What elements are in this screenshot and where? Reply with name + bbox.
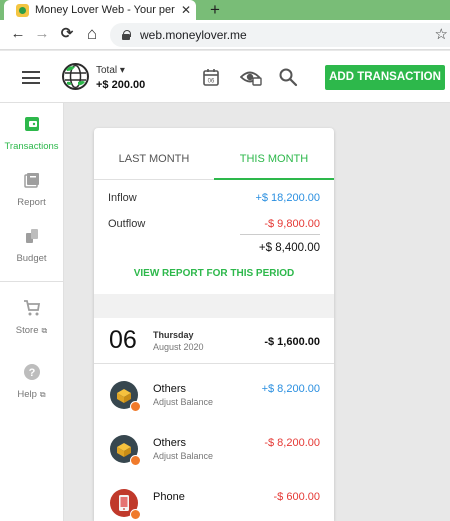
sidebar-item-budget[interactable]: Budget bbox=[0, 227, 63, 264]
view-eye-icon[interactable] bbox=[239, 67, 262, 87]
sidebar-item-label: Budget bbox=[16, 253, 47, 264]
app-header: Total ▾ +$ 200.00 06 ADD TRANSACTION bbox=[0, 51, 450, 103]
external-link-icon: ⧉ bbox=[41, 326, 48, 335]
sidebar-item-store[interactable]: Store ⧉ bbox=[0, 299, 63, 336]
sidebar-divider bbox=[0, 281, 63, 282]
search-icon[interactable] bbox=[278, 67, 298, 87]
transaction-note: Adjust Balance bbox=[153, 397, 214, 407]
transaction-note: Adjust Balance bbox=[153, 451, 214, 461]
sidebar-item-label: Report bbox=[17, 197, 46, 208]
tab-title: Money Lover Web - Your persona bbox=[35, 4, 175, 16]
browser-tab-strip: Money Lover Web - Your persona ✕ + bbox=[0, 0, 450, 20]
section-gap bbox=[94, 294, 334, 318]
tab-last-month[interactable]: LAST MONTH bbox=[94, 148, 214, 180]
sidebar-item-label: Transactions bbox=[4, 141, 59, 152]
forward-button[interactable]: → bbox=[32, 24, 52, 44]
bookmark-star-icon[interactable]: ☆ bbox=[435, 25, 448, 43]
wallet-icon bbox=[24, 117, 39, 131]
transaction-amount: +$ 8,200.00 bbox=[261, 383, 320, 395]
others-category-icon bbox=[110, 435, 141, 466]
others-category-icon bbox=[110, 381, 141, 412]
net-divider bbox=[240, 234, 320, 235]
inflow-label: Inflow bbox=[108, 192, 137, 204]
url-text: web.moneylover.me bbox=[140, 28, 247, 42]
transactions-card: LAST MONTH THIS MONTH Inflow +$ 18,200.0… bbox=[94, 128, 334, 521]
reload-button[interactable]: ⟳ bbox=[57, 24, 77, 44]
transaction-amount: -$ 8,200.00 bbox=[264, 437, 320, 449]
sidebar-item-label: Store bbox=[15, 325, 39, 336]
svg-text:?: ? bbox=[28, 367, 35, 379]
phone-category-icon bbox=[110, 489, 141, 520]
transaction-category: Phone bbox=[153, 491, 185, 503]
day-header: 06 Thursday August 2020 -$ 1,600.00 bbox=[94, 318, 334, 364]
tab-close-icon[interactable]: ✕ bbox=[181, 3, 191, 17]
sidebar-item-help[interactable]: ? Help ⧉ bbox=[0, 363, 63, 400]
total-label[interactable]: Total ▾ bbox=[96, 65, 125, 76]
globe-wallet-icon[interactable] bbox=[62, 63, 89, 90]
lock-icon bbox=[122, 30, 131, 40]
browser-tab[interactable]: Money Lover Web - Your persona ✕ bbox=[4, 0, 196, 20]
add-transaction-button[interactable]: ADD TRANSACTION bbox=[325, 65, 445, 90]
browser-toolbar: ← → ⟳ ⌂ web.moneylover.me ☆ bbox=[0, 20, 450, 50]
transaction-amount: -$ 600.00 bbox=[273, 491, 320, 503]
external-link-icon: ⧉ bbox=[39, 390, 46, 399]
new-tab-button[interactable]: + bbox=[205, 0, 225, 20]
tab-this-month[interactable]: THIS MONTH bbox=[214, 148, 334, 180]
day-number: 06 bbox=[109, 326, 137, 354]
sidebar-item-label: Help bbox=[17, 389, 37, 400]
period-tabs: LAST MONTH THIS MONTH bbox=[94, 148, 334, 180]
home-button[interactable]: ⌂ bbox=[82, 24, 102, 44]
calendar-icon[interactable]: 06 bbox=[201, 67, 221, 87]
day-month-year: August 2020 bbox=[153, 342, 204, 352]
inflow-value: +$ 18,200.00 bbox=[255, 192, 320, 204]
sidebar-item-transactions[interactable]: Transactions bbox=[0, 115, 63, 152]
help-icon: ? bbox=[23, 364, 40, 380]
address-bar[interactable]: web.moneylover.me ☆ bbox=[110, 23, 450, 47]
transaction-row[interactable]: Others Adjust Balance +$ 8,200.00 bbox=[94, 373, 334, 427]
back-button[interactable]: ← bbox=[8, 24, 28, 44]
report-icon bbox=[23, 173, 39, 188]
transaction-row[interactable]: Others Adjust Balance -$ 8,200.00 bbox=[94, 427, 334, 481]
cart-icon bbox=[23, 300, 40, 316]
sidebar-item-report[interactable]: Report bbox=[0, 171, 63, 208]
money-lover-favicon-icon bbox=[16, 3, 29, 17]
outflow-label: Outflow bbox=[108, 218, 146, 230]
transaction-category: Others bbox=[153, 383, 187, 395]
view-report-link[interactable]: VIEW REPORT FOR THIS PERIOD bbox=[94, 268, 334, 279]
day-total: -$ 1,600.00 bbox=[264, 336, 320, 348]
sidebar: Transactions Report Budget Store ⧉ ? Help… bbox=[0, 103, 64, 521]
day-weekday: Thursday bbox=[153, 330, 194, 340]
outflow-value: -$ 9,800.00 bbox=[264, 218, 320, 230]
transaction-row[interactable]: Phone -$ 600.00 bbox=[94, 481, 334, 521]
transaction-category: Others bbox=[153, 437, 187, 449]
total-amount: +$ 200.00 bbox=[96, 79, 146, 91]
calendar-day: 06 bbox=[208, 79, 215, 85]
budget-icon bbox=[25, 229, 38, 243]
net-total: +$ 8,400.00 bbox=[258, 242, 320, 254]
hamburger-menu-icon[interactable] bbox=[22, 71, 40, 84]
